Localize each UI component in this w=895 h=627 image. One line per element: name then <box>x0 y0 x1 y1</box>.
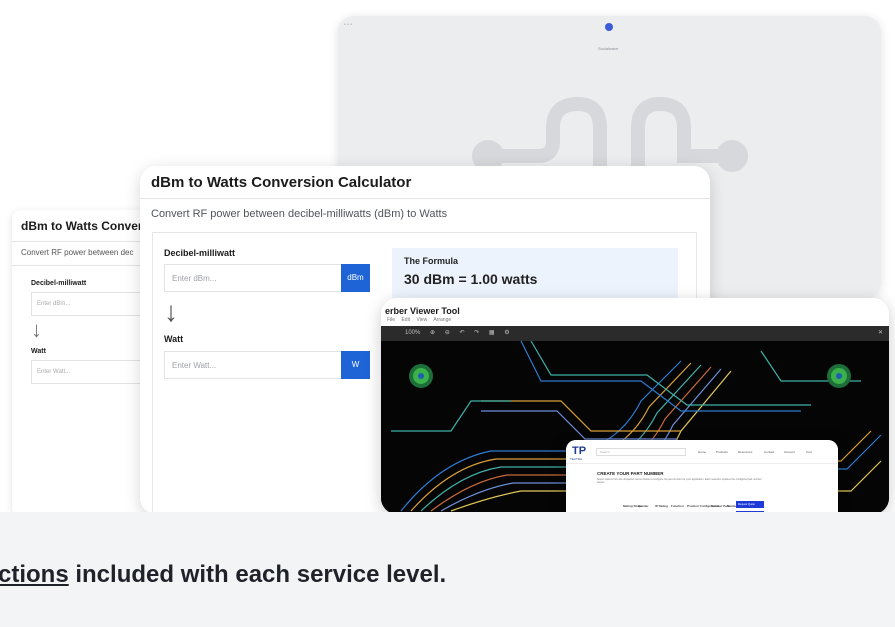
part-nav-bar: TP TECTRA Search Home Products Resources… <box>566 440 838 464</box>
menu-file[interactable]: File <box>387 317 395 323</box>
watt-label: Watt <box>164 334 184 344</box>
gerber-title: erber Viewer Tool <box>385 306 460 316</box>
formula-example: 30 dBm = 1.00 watts <box>404 271 538 287</box>
nav-item[interactable]: Resources <box>738 450 752 454</box>
watt-unit-button[interactable]: W <box>341 351 370 379</box>
nav-item[interactable]: Cart <box>806 450 812 454</box>
part-heading: CREATE YOUR PART NUMBER <box>597 471 664 476</box>
brand-logo[interactable]: TP <box>572 445 586 457</box>
menu-view[interactable]: View <box>416 317 427 323</box>
calc-title: dBm to Watts Conversion Calculator <box>151 174 412 191</box>
small-calc-title: dBm to Watts Conversi <box>21 219 153 233</box>
calc-subtitle: Convert RF power between decibel-milliwa… <box>151 208 448 220</box>
watt-label: Watt <box>31 348 46 355</box>
dbm-label: Decibel-milliwatt <box>164 248 236 258</box>
nav-item[interactable]: Contact <box>764 450 774 454</box>
gerber-toolbar: 100% ⊕ ⊖ ↶ ↷ ▦ ⚙ ✕ <box>381 326 889 341</box>
column-header[interactable]: Gender <box>638 504 649 508</box>
redo-icon[interactable]: ↷ <box>474 330 479 336</box>
arrow-down-icon: ↓ <box>31 317 42 342</box>
small-calc-subtitle: Convert RF power between dec <box>21 248 134 257</box>
formula-title: The Formula <box>404 256 459 266</box>
service-tagline: ctions included with each service level. <box>0 561 446 589</box>
close-icon[interactable]: ✕ <box>878 326 883 341</box>
settings-icon[interactable]: ⚙ <box>504 330 509 336</box>
zoom-in-icon[interactable]: ⊕ <box>430 330 435 336</box>
nav-item[interactable]: Products <box>716 450 728 454</box>
menu-arrange[interactable]: Arrange <box>433 317 451 323</box>
request-quote-button[interactable]: Request Quote <box>736 501 764 508</box>
arrow-down-icon: ↓ <box>164 296 178 327</box>
menu-edit[interactable]: Edit <box>401 317 410 323</box>
grid-icon[interactable]: ▦ <box>489 330 495 336</box>
part-description: Select options from the dropdown menus b… <box>597 478 762 485</box>
gerber-menu-bar: File Edit View Arrange <box>387 317 456 323</box>
watt-input[interactable]: Enter Watt... <box>164 351 341 379</box>
nav-item[interactable]: Home <box>698 450 706 454</box>
dbm-input[interactable]: Enter dBm... <box>164 264 341 292</box>
dbm-unit-button[interactable]: dBm <box>341 264 370 292</box>
column-header[interactable]: Function <box>671 504 684 508</box>
dbm-label: Decibel-milliwatt <box>31 280 87 287</box>
divider <box>140 198 710 199</box>
nav-item[interactable]: Account <box>784 450 795 454</box>
zoom-level[interactable]: 100% <box>405 330 420 336</box>
tagline-text: included with each service level. <box>68 561 447 588</box>
tagline-link[interactable]: ctions <box>0 561 69 588</box>
brand-logo-sub: TECTRA <box>570 457 582 461</box>
zoom-out-icon[interactable]: ⊖ <box>445 330 450 336</box>
undo-icon[interactable]: ↶ <box>459 330 464 336</box>
search-input[interactable]: Search <box>596 448 686 456</box>
column-header[interactable]: IP Rating <box>655 504 668 508</box>
